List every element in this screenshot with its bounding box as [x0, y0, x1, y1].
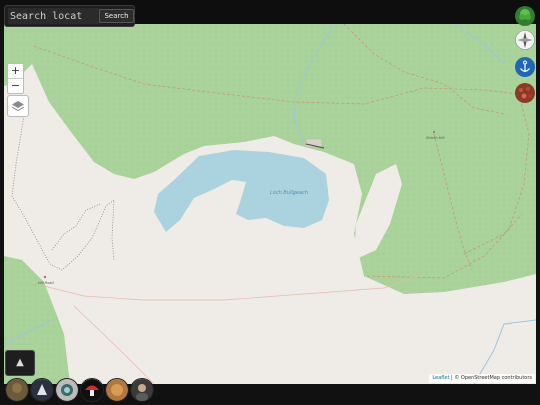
- tree-button[interactable]: [515, 6, 535, 26]
- zoom-control: + −: [7, 63, 24, 94]
- osm-attribution-text: | © OpenStreetMap contributors: [449, 375, 532, 381]
- anchor-icon: [515, 57, 535, 77]
- tree-icon: [515, 6, 535, 26]
- avatar-4[interactable]: [80, 378, 104, 402]
- anchor-button[interactable]: [515, 57, 535, 77]
- map-tiles[interactable]: Loch Bullgeach Hill Road Shielin Hill: [4, 24, 536, 384]
- map-attribution: Leaflet | © OpenStreetMap contributors: [429, 374, 535, 383]
- road-south: [43, 273, 425, 301]
- search-box: Search: [4, 5, 135, 27]
- zoom-in-button[interactable]: +: [8, 64, 23, 78]
- map-canvas[interactable]: Loch Bullgeach Hill Road Shielin Hill: [4, 24, 536, 384]
- peak-marker: [43, 275, 47, 279]
- layers-button[interactable]: [7, 95, 29, 117]
- terrain-icon: [515, 83, 535, 103]
- terrain-button[interactable]: [515, 83, 535, 103]
- place-label-shielin-hill: Shielin Hill: [426, 136, 444, 140]
- layers-icon: [11, 101, 25, 112]
- cairn-marker: [433, 131, 435, 133]
- avatar-6[interactable]: [130, 378, 154, 402]
- loch-label: Loch Bullgeach: [270, 190, 308, 196]
- compass-button[interactable]: [515, 30, 535, 50]
- boundary-west-2: [51, 203, 101, 251]
- search-input[interactable]: [8, 8, 100, 24]
- compass-icon: [515, 30, 535, 50]
- zoom-out-button[interactable]: −: [8, 78, 23, 93]
- place-label-hill-road: Hill Road: [38, 281, 54, 285]
- avatar-2[interactable]: [30, 378, 54, 402]
- panel-toggle-button[interactable]: ▲: [5, 350, 35, 376]
- search-button[interactable]: Search: [99, 9, 134, 23]
- avatar-1[interactable]: [5, 378, 29, 402]
- avatar-5[interactable]: [105, 378, 129, 402]
- road-southwest: [73, 305, 155, 384]
- avatar-3[interactable]: [55, 378, 79, 402]
- leaflet-link[interactable]: Leaflet: [432, 375, 449, 381]
